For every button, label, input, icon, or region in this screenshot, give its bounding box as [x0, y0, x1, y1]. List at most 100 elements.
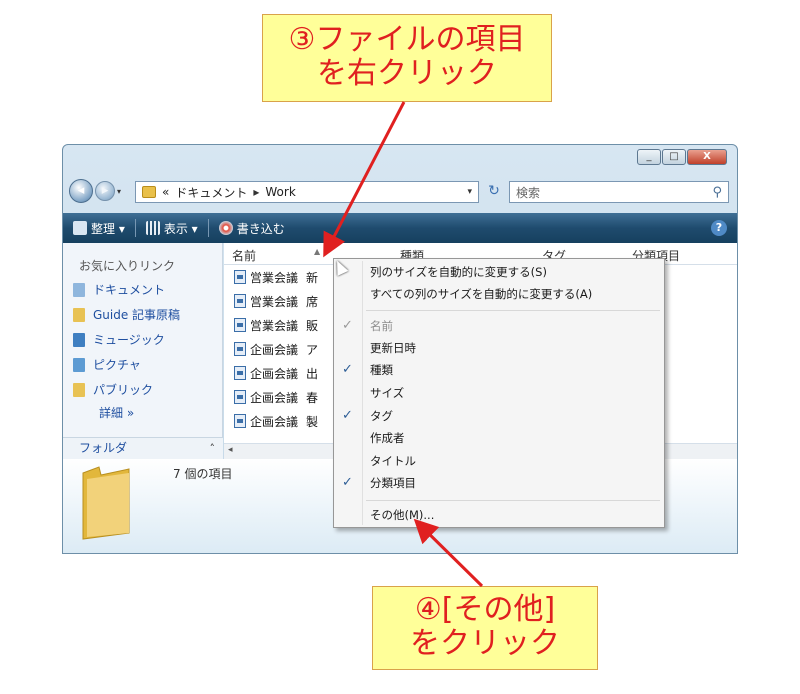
search-box[interactable]: 検索 ⚲ [509, 181, 729, 203]
file-name: 企画会議 [250, 342, 299, 357]
file-name-suffix: 席 [306, 294, 319, 309]
file-name-suffix: 春 [306, 390, 319, 405]
document-icon [234, 270, 246, 284]
organize-label: 整理 ▾ [91, 221, 125, 236]
column-context-menu: 列のサイズを自動的に変更する(S) すべての列のサイズを自動的に変更する(A) … [333, 258, 665, 528]
caption-buttons: _ □ X [636, 149, 727, 165]
close-button[interactable]: X [687, 149, 727, 165]
document-icon [234, 318, 246, 332]
menu-item-label: 更新日時 [370, 341, 416, 355]
toolbar-separator [207, 219, 209, 237]
callout-line: ③ファイルの項目 [288, 22, 526, 57]
views-button[interactable]: 表示 ▾ [145, 220, 198, 237]
file-name-suffix: 製 [306, 414, 319, 429]
history-dropdown-icon[interactable]: ▾ [117, 187, 121, 196]
burn-button[interactable]: 書き込む [218, 220, 285, 237]
burn-label: 書き込む [236, 221, 285, 236]
menu-item-label: 種類 [370, 363, 393, 377]
folder-icon [142, 186, 156, 198]
document-icon [234, 414, 246, 428]
menu-item-auto-size-column[interactable]: 列のサイズを自動的に変更する(S) [334, 261, 664, 283]
document-icon [234, 342, 246, 356]
forward-button[interactable]: ▸ [95, 181, 115, 201]
back-button[interactable]: ◂ [69, 179, 93, 203]
navigation-bar: ◂ ▸ ▾ « ドキュメント ▸ Work ▾ ↻ 検索 ⚲ [69, 177, 729, 205]
organize-icon [73, 221, 87, 235]
column-header-name[interactable]: 名前 [232, 247, 256, 264]
file-name: 企画会議 [250, 414, 299, 429]
favorite-documents[interactable]: ドキュメント [63, 277, 222, 302]
menu-item-label: タグ [370, 409, 393, 423]
address-separator[interactable]: ▸ [253, 185, 259, 199]
item-count: 7 個の項目 [173, 467, 233, 481]
menu-item-column-tags[interactable]: ✓ タグ [334, 405, 664, 427]
folder-large-icon [82, 466, 130, 540]
menu-item-column-title[interactable]: タイトル [334, 450, 664, 472]
pictures-icon [73, 357, 85, 372]
favorite-label: Guide 記事原稿 [93, 308, 181, 322]
file-name-suffix: 出 [306, 366, 319, 381]
menu-item-more[interactable]: その他(M)... [334, 504, 664, 526]
favorite-label: ミュージック [93, 333, 165, 347]
favorite-label: ピクチャ [93, 358, 141, 372]
search-placeholder[interactable]: 検索 [516, 184, 540, 201]
sort-ascending-icon: ▲ [314, 247, 321, 256]
favorite-label: ドキュメント [93, 283, 166, 297]
chevron-up-icon: ˄ [209, 442, 216, 455]
file-name: 営業会議 [250, 294, 299, 309]
check-icon: ✓ [342, 475, 353, 490]
refresh-icon[interactable]: ↻ [483, 181, 505, 203]
check-icon: ✓ [342, 318, 353, 333]
file-name: 企画会議 [250, 390, 299, 405]
maximize-button[interactable]: □ [662, 149, 686, 165]
file-name-suffix: 販 [306, 318, 319, 333]
favorite-pictures[interactable]: ピクチャ [63, 352, 222, 377]
search-icon[interactable]: ⚲ [712, 185, 722, 200]
favorite-label: パブリック [93, 383, 154, 397]
callout-click-more: ④[その他] をクリック [372, 586, 598, 670]
file-name: 企画会議 [250, 366, 299, 381]
menu-item-column-size[interactable]: サイズ [334, 382, 664, 404]
address-segment-documents[interactable]: ドキュメント [175, 184, 247, 201]
folders-toggle[interactable]: フォルダ ˄ [63, 437, 223, 459]
document-icon [234, 390, 246, 404]
address-dropdown-icon[interactable]: ▾ [467, 187, 472, 197]
more-favorites-link[interactable]: 詳細 » [63, 402, 222, 424]
file-name-suffix: 新 [306, 270, 319, 285]
file-name-suffix: ア [306, 342, 319, 357]
address-segment-current[interactable]: Work [265, 185, 295, 199]
folders-label: フォルダ [79, 441, 128, 455]
callout-line: を右クリック [317, 56, 497, 91]
music-icon [73, 332, 85, 347]
check-icon: ✓ [342, 408, 353, 423]
menu-item-column-date-modified[interactable]: 更新日時 [334, 337, 664, 359]
help-icon[interactable]: ? [711, 220, 727, 236]
menu-item-label: 名前 [370, 319, 393, 333]
menu-item-auto-size-all-columns[interactable]: すべての列のサイズを自動的に変更する(A) [334, 283, 664, 305]
menu-item-column-category[interactable]: ✓ 分類項目 [334, 472, 664, 494]
minimize-button[interactable]: _ [637, 149, 661, 165]
scroll-left-icon[interactable]: ◂ [228, 445, 233, 455]
favorite-guide-drafts[interactable]: Guide 記事原稿 [63, 302, 222, 327]
documents-icon [73, 282, 85, 297]
favorite-music[interactable]: ミュージック [63, 327, 222, 352]
file-name: 営業会議 [250, 318, 299, 333]
disc-icon [218, 221, 233, 235]
menu-item-column-type[interactable]: ✓ 種類 [334, 359, 664, 381]
folder-icon [73, 307, 85, 322]
callout-line: ④[その他] [414, 592, 556, 627]
organize-button[interactable]: 整理 ▾ [73, 220, 125, 237]
menu-item-label: 作成者 [370, 431, 405, 445]
callout-right-click-file: ③ファイルの項目 を右クリック [262, 14, 552, 102]
file-name: 営業会議 [250, 270, 299, 285]
menu-item-label: サイズ [370, 386, 405, 400]
folder-icon [73, 382, 85, 397]
views-icon [145, 221, 160, 235]
views-label: 表示 ▾ [163, 221, 198, 236]
menu-item-column-author[interactable]: 作成者 [334, 427, 664, 449]
address-bar[interactable]: « ドキュメント ▸ Work ▾ [135, 181, 479, 203]
menu-item-column-name[interactable]: ✓ 名前 [334, 315, 664, 337]
menu-separator [366, 500, 660, 501]
address-prefix[interactable]: « [162, 185, 169, 199]
favorite-public[interactable]: パブリック [63, 377, 222, 402]
